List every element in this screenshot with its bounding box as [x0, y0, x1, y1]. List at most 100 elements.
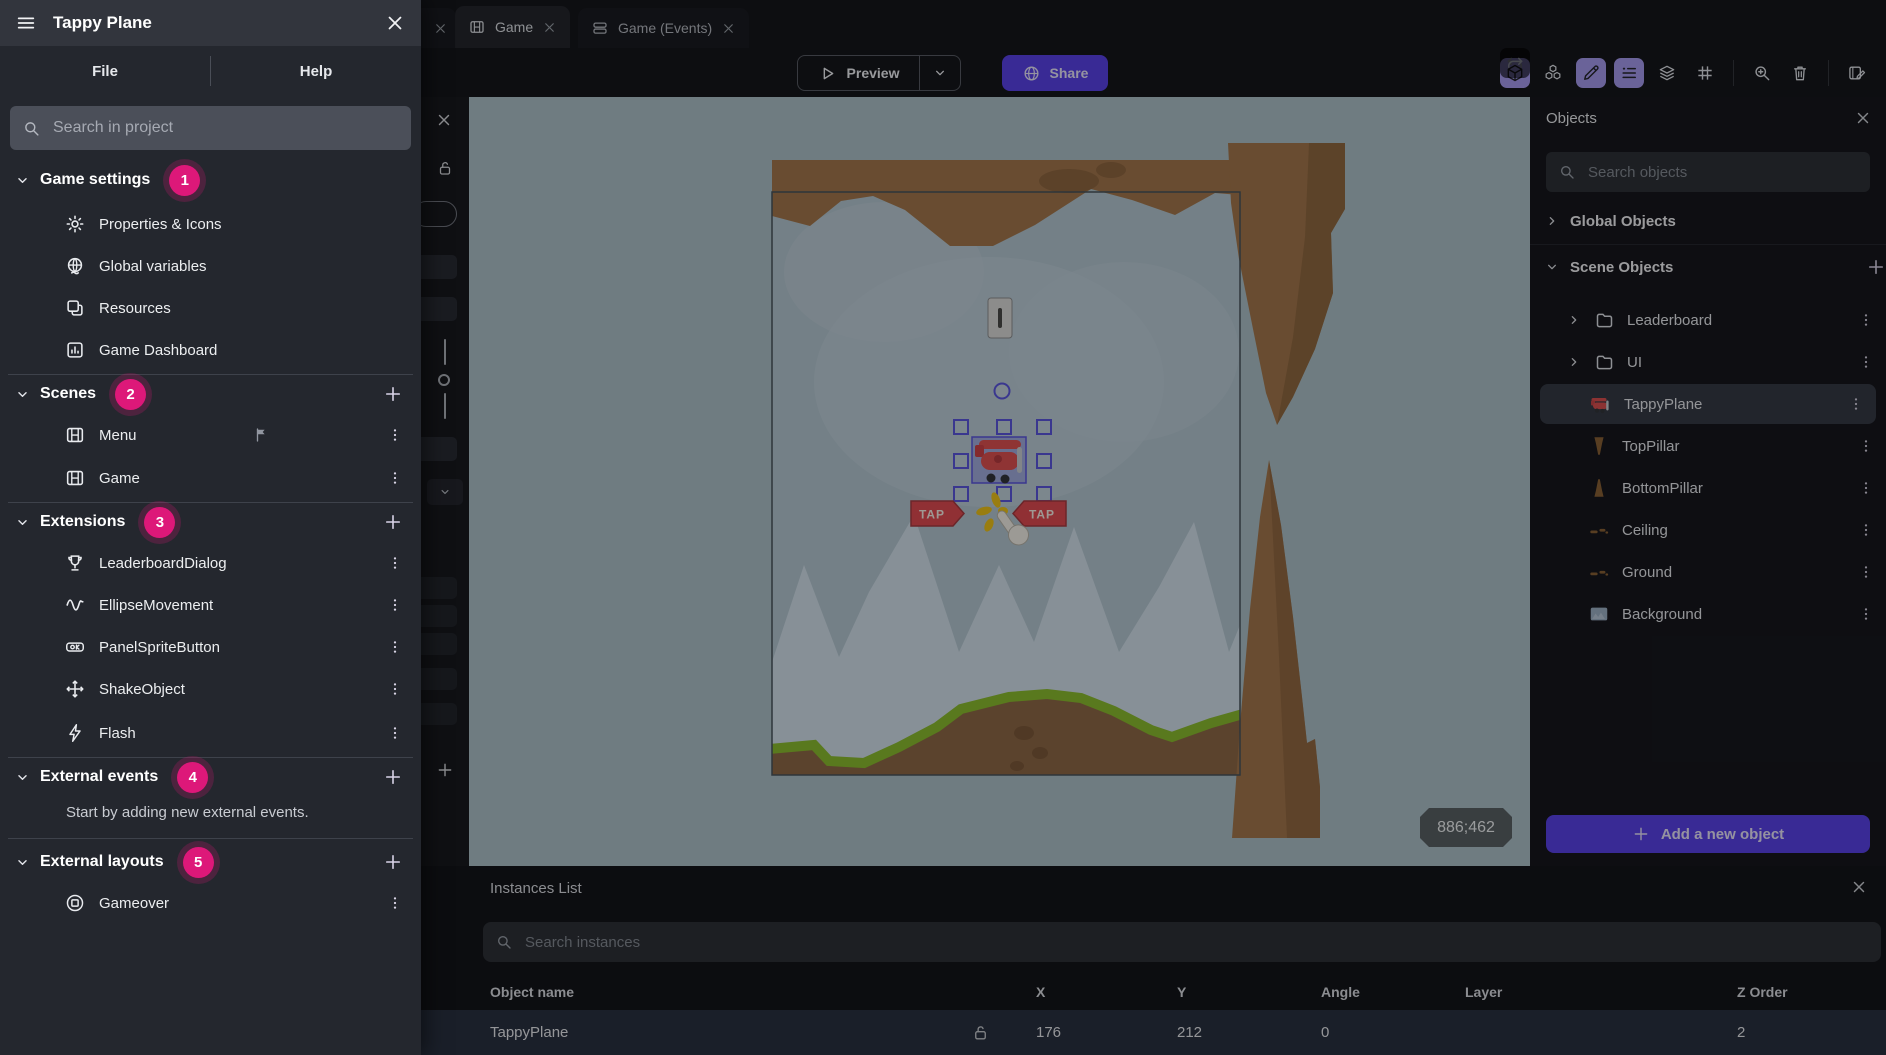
layers-panel-button[interactable] — [1652, 58, 1682, 88]
toggle-3d-view-button[interactable] — [1500, 58, 1530, 88]
menu-file[interactable]: File — [0, 63, 210, 80]
sidebar-item-flash[interactable]: Flash — [0, 714, 421, 752]
object-row-tappyplane[interactable]: TappyPlane — [1540, 384, 1876, 424]
strip-field[interactable] — [421, 437, 457, 461]
strip-field[interactable] — [421, 605, 457, 627]
zoom-button[interactable] — [1747, 58, 1777, 88]
column-header-x[interactable]: X — [1036, 974, 1045, 1010]
tap-sign-left[interactable]: TAP — [911, 501, 964, 526]
sidebar-item-ellipsemovement[interactable]: EllipseMovement — [0, 586, 421, 624]
chevron-down-icon[interactable] — [14, 386, 31, 403]
instances-search-input[interactable] — [523, 933, 1869, 952]
strip-dropdown[interactable] — [427, 479, 463, 505]
object-row-ground[interactable]: Ground — [1530, 552, 1886, 592]
global-objects-group[interactable]: Global Objects — [1530, 203, 1886, 239]
kebab-menu-icon[interactable] — [1858, 522, 1874, 538]
chevron-down-icon[interactable] — [14, 769, 31, 786]
sidebar-item-scene-menu[interactable]: Menu — [0, 416, 421, 454]
delete-button[interactable] — [1785, 58, 1815, 88]
close-icon[interactable] — [542, 20, 557, 35]
chevron-right-icon[interactable] — [1566, 312, 1582, 328]
chevron-down-icon[interactable] — [14, 514, 31, 531]
close-icon[interactable] — [1850, 878, 1868, 896]
instance-x[interactable]: 176 — [1036, 1010, 1061, 1055]
scene-canvas[interactable]: TAP TAP 886;462 — [469, 97, 1530, 866]
strip-pill-button[interactable] — [421, 201, 457, 227]
section-game-settings[interactable]: Game settings 1 — [0, 161, 421, 199]
grid-toggle-button[interactable] — [1690, 58, 1720, 88]
edit-mode-button[interactable] — [1576, 58, 1606, 88]
kebab-menu-icon[interactable] — [387, 725, 403, 741]
add-extension-plus-icon[interactable] — [383, 512, 403, 532]
lock-open-icon[interactable] — [971, 1010, 990, 1055]
add-object-plus-icon[interactable] — [1866, 257, 1886, 277]
objects-search-input[interactable] — [1586, 163, 1858, 182]
add-external-layout-plus-icon[interactable] — [383, 852, 403, 872]
sidebar-item-leaderboarddialog[interactable]: LeaderboardDialog — [0, 544, 421, 582]
chevron-right-icon[interactable] — [1566, 354, 1582, 370]
instance-angle[interactable]: 0 — [1321, 1010, 1329, 1055]
strip-field[interactable] — [421, 633, 457, 655]
section-extensions[interactable]: Extensions 3 — [0, 503, 421, 541]
sidebar-item-resources[interactable]: Resources — [0, 289, 421, 327]
chevron-down-icon[interactable] — [14, 172, 31, 189]
strip-field[interactable] — [421, 297, 457, 321]
project-search-input[interactable] — [51, 118, 399, 138]
menu-help[interactable]: Help — [211, 63, 421, 80]
strip-field[interactable] — [421, 703, 457, 725]
scene-objects-group[interactable]: Scene Objects — [1530, 249, 1886, 285]
preview-button[interactable]: Preview — [797, 55, 961, 91]
kebab-menu-icon[interactable] — [1858, 564, 1874, 580]
kebab-menu-icon[interactable] — [1858, 312, 1874, 328]
object-row-ui[interactable]: UI — [1530, 342, 1886, 382]
section-external-layouts[interactable]: External layouts 5 — [0, 843, 421, 881]
kebab-menu-icon[interactable] — [387, 639, 403, 655]
project-search[interactable] — [10, 106, 411, 150]
close-icon[interactable] — [435, 111, 453, 129]
instances-list-toggle-button[interactable] — [1614, 58, 1644, 88]
column-header-object-name[interactable]: Object name — [490, 974, 574, 1010]
kebab-menu-icon[interactable] — [387, 470, 403, 486]
strip-field[interactable] — [421, 668, 457, 690]
column-header-angle[interactable]: Angle — [1321, 974, 1360, 1010]
objects-search[interactable] — [1546, 152, 1870, 192]
object-row-bottompillar[interactable]: BottomPillar — [1530, 468, 1886, 508]
slider-knob[interactable] — [438, 374, 450, 386]
instance-y[interactable]: 212 — [1177, 1010, 1202, 1055]
section-scenes[interactable]: Scenes 2 — [0, 375, 421, 413]
object-row-ceiling[interactable]: Ceiling — [1530, 510, 1886, 550]
object-row-toppillar[interactable]: TopPillar — [1530, 426, 1886, 466]
kebab-menu-icon[interactable] — [1858, 606, 1874, 622]
kebab-menu-icon[interactable] — [1858, 354, 1874, 370]
lock-open-icon[interactable] — [436, 159, 454, 177]
plus-icon[interactable] — [436, 761, 454, 779]
tab-game-scene[interactable]: Game — [455, 6, 570, 48]
close-icon[interactable] — [433, 21, 448, 36]
column-header-layer[interactable]: Layer — [1465, 974, 1502, 1010]
sidebar-item-scene-game[interactable]: Game — [0, 459, 421, 497]
rotation-handle[interactable] — [995, 384, 1010, 399]
close-icon[interactable] — [721, 21, 736, 36]
edit-scene-events-button[interactable] — [1842, 58, 1872, 88]
instance-z-order[interactable]: 2 — [1737, 1010, 1745, 1055]
strip-field[interactable] — [421, 255, 457, 279]
chevron-right-icon[interactable] — [1544, 213, 1560, 229]
close-icon[interactable] — [384, 12, 406, 34]
kebab-menu-icon[interactable] — [387, 681, 403, 697]
strip-field[interactable] — [421, 577, 457, 599]
chevron-down-icon[interactable] — [14, 854, 31, 871]
instances-search[interactable] — [483, 922, 1881, 962]
kebab-menu-icon[interactable] — [387, 555, 403, 571]
sidebar-item-game-dashboard[interactable]: Game Dashboard — [0, 331, 421, 369]
kebab-menu-icon[interactable] — [1848, 396, 1864, 412]
kebab-menu-icon[interactable] — [387, 895, 403, 911]
objects-panel-toggle-button[interactable] — [1538, 58, 1568, 88]
object-row-leaderboard[interactable]: Leaderboard — [1530, 300, 1886, 340]
kebab-menu-icon[interactable] — [387, 427, 403, 443]
kebab-menu-icon[interactable] — [1858, 480, 1874, 496]
share-button[interactable]: Share — [1002, 55, 1108, 91]
kebab-menu-icon[interactable] — [1858, 438, 1874, 454]
add-external-events-plus-icon[interactable] — [383, 767, 403, 787]
object-row-background[interactable]: Background — [1530, 594, 1886, 634]
chevron-down-icon[interactable] — [1544, 259, 1560, 275]
